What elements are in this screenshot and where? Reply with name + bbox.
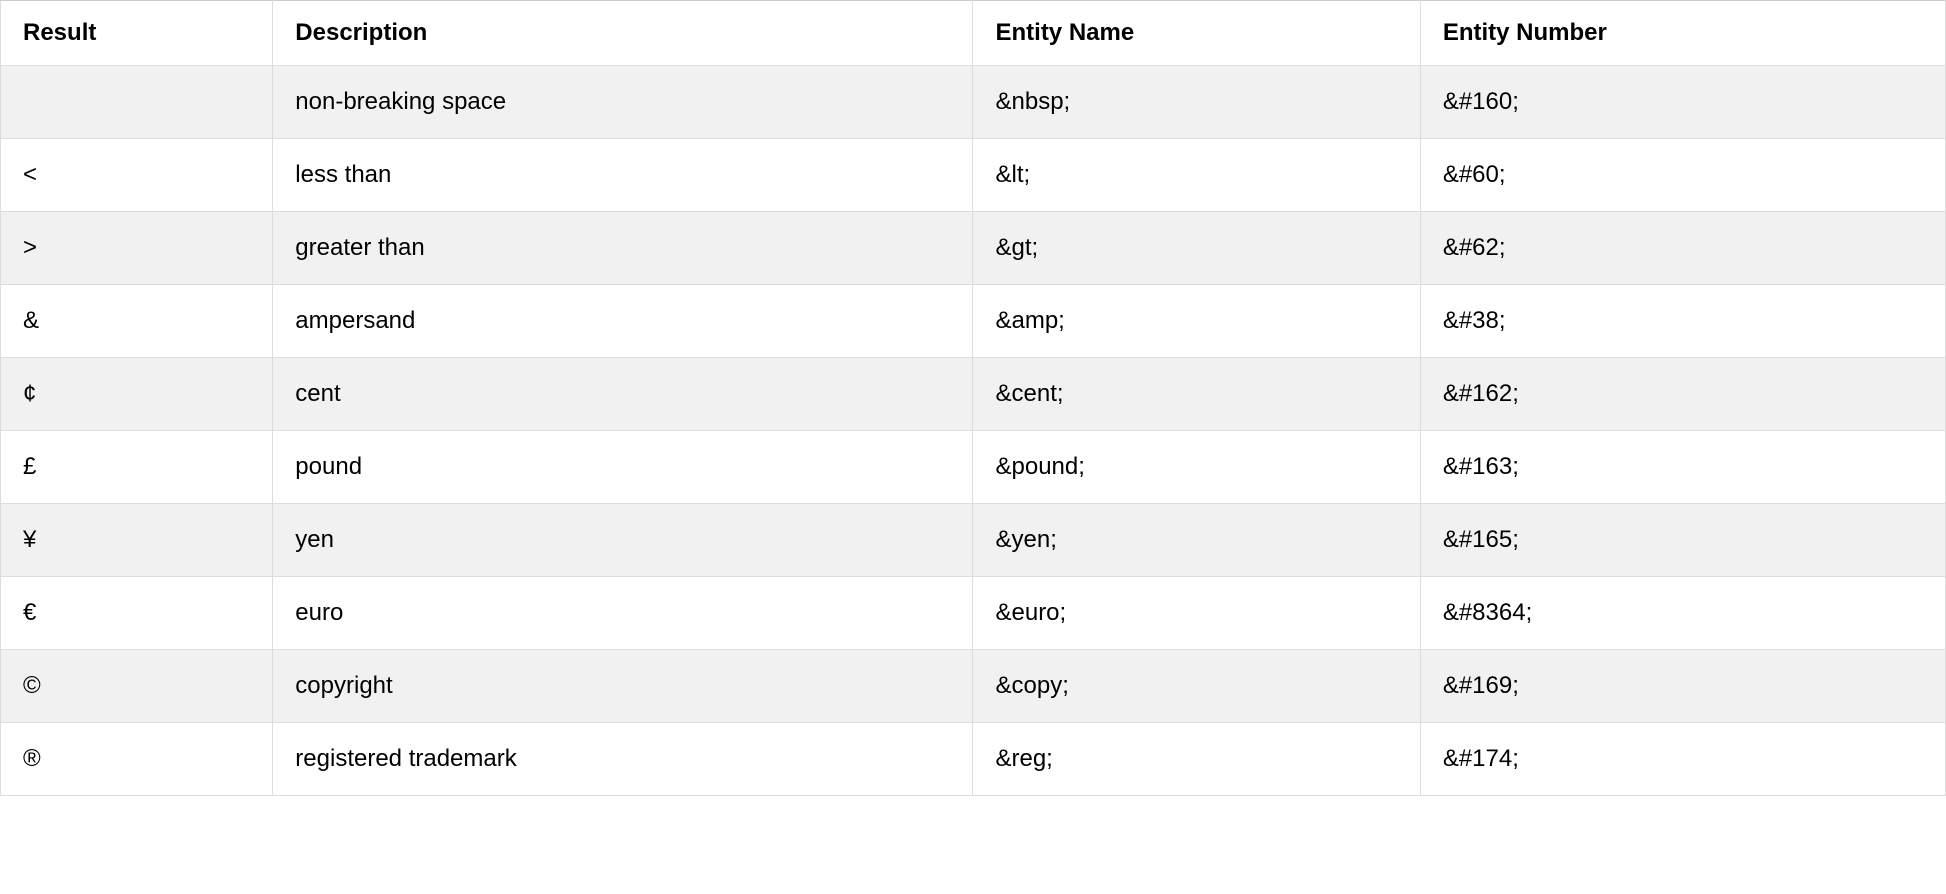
cell-entity-name: &yen;: [973, 504, 1420, 577]
table-row: &ampersand&amp;&#38;: [1, 285, 1946, 358]
table-body: non-breaking space&nbsp;&#160;<less than…: [1, 66, 1946, 796]
cell-result: ©: [1, 650, 273, 723]
table-row: £pound&pound;&#163;: [1, 431, 1946, 504]
cell-result: <: [1, 139, 273, 212]
header-result: Result: [1, 1, 273, 66]
cell-description: cent: [273, 358, 973, 431]
cell-result: €: [1, 577, 273, 650]
cell-entity-name: &nbsp;: [973, 66, 1420, 139]
cell-result: >: [1, 212, 273, 285]
cell-entity-name: &amp;: [973, 285, 1420, 358]
table-row: ®registered trademark&reg;&#174;: [1, 723, 1946, 796]
cell-description: less than: [273, 139, 973, 212]
cell-description: registered trademark: [273, 723, 973, 796]
cell-entity-name: &reg;: [973, 723, 1420, 796]
cell-entity-number: &#60;: [1420, 139, 1945, 212]
table-row: >greater than&gt;&#62;: [1, 212, 1946, 285]
cell-entity-name: &pound;: [973, 431, 1420, 504]
cell-entity-number: &#38;: [1420, 285, 1945, 358]
cell-entity-name: &copy;: [973, 650, 1420, 723]
cell-entity-number: &#163;: [1420, 431, 1945, 504]
cell-description: yen: [273, 504, 973, 577]
cell-result: ®: [1, 723, 273, 796]
header-entity-name: Entity Name: [973, 1, 1420, 66]
cell-description: non-breaking space: [273, 66, 973, 139]
cell-description: euro: [273, 577, 973, 650]
cell-entity-number: &#162;: [1420, 358, 1945, 431]
cell-result: ¢: [1, 358, 273, 431]
cell-description: ampersand: [273, 285, 973, 358]
cell-description: greater than: [273, 212, 973, 285]
table-row: <less than&lt;&#60;: [1, 139, 1946, 212]
table-row: ¢cent&cent;&#162;: [1, 358, 1946, 431]
cell-description: copyright: [273, 650, 973, 723]
header-description: Description: [273, 1, 973, 66]
cell-result: &: [1, 285, 273, 358]
cell-result: [1, 66, 273, 139]
table-header: Result Description Entity Name Entity Nu…: [1, 1, 1946, 66]
table-row: €euro&euro;&#8364;: [1, 577, 1946, 650]
cell-entity-number: &#174;: [1420, 723, 1945, 796]
cell-entity-number: &#165;: [1420, 504, 1945, 577]
cell-entity-name: &lt;: [973, 139, 1420, 212]
cell-entity-number: &#8364;: [1420, 577, 1945, 650]
cell-entity-name: &euro;: [973, 577, 1420, 650]
cell-description: pound: [273, 431, 973, 504]
cell-entity-name: &gt;: [973, 212, 1420, 285]
cell-entity-number: &#169;: [1420, 650, 1945, 723]
cell-result: ¥: [1, 504, 273, 577]
table-row: ©copyright&copy;&#169;: [1, 650, 1946, 723]
cell-result: £: [1, 431, 273, 504]
header-entity-number: Entity Number: [1420, 1, 1945, 66]
html-entities-table: Result Description Entity Name Entity Nu…: [0, 0, 1946, 796]
table-row: ¥yen&yen;&#165;: [1, 504, 1946, 577]
cell-entity-name: &cent;: [973, 358, 1420, 431]
cell-entity-number: &#62;: [1420, 212, 1945, 285]
table-row: non-breaking space&nbsp;&#160;: [1, 66, 1946, 139]
cell-entity-number: &#160;: [1420, 66, 1945, 139]
